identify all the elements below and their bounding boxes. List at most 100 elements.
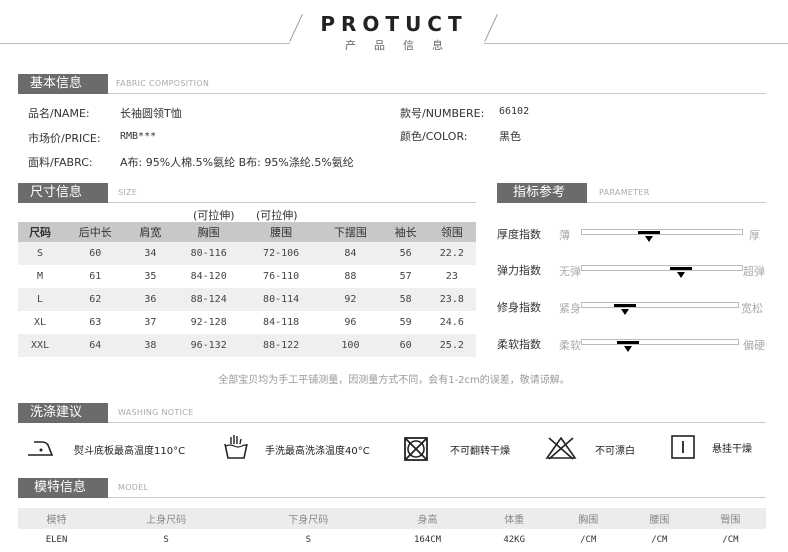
section-washing-title: 洗涤建议 xyxy=(18,403,108,423)
table-cell: 23.8 xyxy=(427,288,476,311)
number-label: 款号/NUMBERE: xyxy=(400,107,485,120)
indicator-track xyxy=(581,229,743,235)
table-cell: 100 xyxy=(317,334,384,357)
size-col-hem: 下摆围 xyxy=(317,222,384,242)
indicator-label: 柔软指数 xyxy=(497,338,541,351)
indicator-track xyxy=(581,302,739,308)
table-cell: 62 xyxy=(62,288,129,311)
name-label: 品名/NAME: xyxy=(28,107,90,120)
section-model-line xyxy=(108,497,766,498)
indicator-marker xyxy=(670,267,693,270)
measurement-note: 全部宝贝均为手工平铺测量，因测量方式不同，会有1-2cm的误差，敬请谅解。 xyxy=(218,375,570,386)
table-cell: 96-132 xyxy=(172,334,245,357)
section-basic-en: FABRIC COMPOSITION xyxy=(116,79,210,88)
size-table: 尺码 后中长 肩宽 胸围 腰围 下摆围 袖长 领围 S 60 34 80-116… xyxy=(18,222,476,357)
hang-dry-icon xyxy=(671,435,695,459)
size-col-sleeve: 袖长 xyxy=(383,222,428,242)
fabric-value: A布: 95%人棉.5%氨纶 B布: 95%涤纶.5%氨纶 xyxy=(120,156,354,169)
table-cell: 92-128 xyxy=(190,317,227,328)
model-table-header: 模特 上身尺码 下身尺码 身高 体重 胸围 腰围 臀围 xyxy=(18,508,766,529)
indicator-label: 弹力指数 xyxy=(497,264,541,277)
model-col-hip: 臀围 xyxy=(694,508,766,529)
stretch-label-waist: (可拉伸) xyxy=(256,209,298,222)
table-cell: ELEN xyxy=(45,535,68,545)
indicator-high: 超弹 xyxy=(743,265,765,278)
indicator-softness: 柔软指数 柔软 偏硬 xyxy=(497,336,767,356)
table-cell: 36 xyxy=(128,288,173,311)
indicator-low: 无弹 xyxy=(559,265,581,278)
page-title: PROTUCT xyxy=(320,12,468,36)
section-size-title: 尺寸信息 xyxy=(18,183,108,203)
model-col-top: 上身尺码 xyxy=(95,508,238,529)
fabric-label: 面料/FABRC: xyxy=(28,156,93,169)
size-col-shoulder: 肩宽 xyxy=(128,222,173,242)
table-row: ELEN S S 164CM 42KG /CM /CM /CM xyxy=(18,529,766,551)
table-cell: 84-118 xyxy=(263,317,300,328)
wash-text-hang-dry: 悬挂干燥 xyxy=(712,444,752,455)
table-cell: S xyxy=(18,242,63,265)
wash-text-no-bleach: 不可漂白 xyxy=(595,446,635,457)
table-cell: 96 xyxy=(344,317,357,328)
table-row: L 62 36 88-124 80-114 92 58 23.8 xyxy=(18,288,476,311)
no-tumble-dry-icon xyxy=(404,437,428,461)
table-cell: L xyxy=(18,288,63,311)
table-cell: 84-120 xyxy=(190,271,227,282)
section-washing: 洗涤建议 WASHING NOTICE xyxy=(18,403,766,423)
table-cell: 88-122 xyxy=(244,334,318,357)
section-washing-en: WASHING NOTICE xyxy=(118,408,194,417)
table-cell: /CM xyxy=(722,535,739,545)
section-model-title: 模特信息 xyxy=(18,478,108,498)
section-model-en: MODEL xyxy=(118,483,149,492)
indicator-track xyxy=(581,265,743,271)
color-label: 颜色/COLOR: xyxy=(400,130,468,143)
indicator-pointer-icon xyxy=(621,309,630,315)
indicator-pointer-icon xyxy=(677,272,686,278)
table-cell: 164CM xyxy=(413,535,442,545)
section-model: 模特信息 MODEL xyxy=(18,478,766,498)
section-parameter-title: 指标参考 xyxy=(497,183,587,203)
model-col-bottom: 下身尺码 xyxy=(237,508,380,529)
table-cell: 24.6 xyxy=(439,317,464,328)
table-cell: S xyxy=(163,535,169,545)
table-cell: XL xyxy=(34,317,47,328)
model-col-model: 模特 xyxy=(18,508,96,529)
table-cell: 58 xyxy=(383,288,428,311)
table-cell: 57 xyxy=(399,271,412,282)
table-row: XXL 64 38 96-132 88-122 100 60 25.2 xyxy=(18,334,476,357)
table-cell: 80-114 xyxy=(244,288,318,311)
model-table: 模特 上身尺码 下身尺码 身高 体重 胸围 腰围 臀围 ELEN S S 164… xyxy=(18,508,766,551)
table-cell: 25.2 xyxy=(427,334,476,357)
model-col-height: 身高 xyxy=(379,508,476,529)
section-size-info: 尺寸信息 SIZE xyxy=(18,183,476,203)
table-cell: 80-116 xyxy=(172,242,245,265)
color-value: 黑色 xyxy=(499,130,521,143)
table-cell: 59 xyxy=(399,317,412,328)
price-label: 市场价/PRICE: xyxy=(28,132,101,145)
table-cell: 34 xyxy=(128,242,173,265)
size-table-header: 尺码 后中长 肩宽 胸围 腰围 下摆围 袖长 领围 xyxy=(18,222,476,242)
indicator-fit: 修身指数 紧身 宽松 xyxy=(497,299,767,319)
table-row: XL 63 37 92-128 84-118 96 59 24.6 xyxy=(18,311,476,334)
section-washing-line xyxy=(108,422,766,423)
table-cell: 72-106 xyxy=(244,242,318,265)
size-col-length: 后中长 xyxy=(62,222,129,242)
model-col-waist: 腰围 xyxy=(623,508,695,529)
section-basic-info: 基本信息 FABRIC COMPOSITION xyxy=(18,74,766,94)
model-col-weight: 体重 xyxy=(475,508,553,529)
indicator-label: 修身指数 xyxy=(497,301,541,314)
size-col-collar: 领围 xyxy=(427,222,476,242)
section-size-line xyxy=(108,202,476,203)
table-cell: 37 xyxy=(144,317,157,328)
wash-text-hand-wash: 手洗最高洗涤温度40°C xyxy=(265,446,370,457)
page-subtitle: 产品信息 xyxy=(345,39,461,52)
indicator-marker xyxy=(614,304,637,307)
table-cell: 23 xyxy=(445,271,458,282)
indicator-marker xyxy=(638,231,661,234)
hand-wash-icon xyxy=(224,435,248,459)
size-col-size: 尺码 xyxy=(18,222,63,242)
header-line-right xyxy=(484,43,788,44)
indicator-low: 薄 xyxy=(559,229,570,242)
size-col-chest: 胸围 xyxy=(172,222,245,242)
table-cell: 88-124 xyxy=(172,288,245,311)
indicator-low: 柔软 xyxy=(559,339,581,352)
